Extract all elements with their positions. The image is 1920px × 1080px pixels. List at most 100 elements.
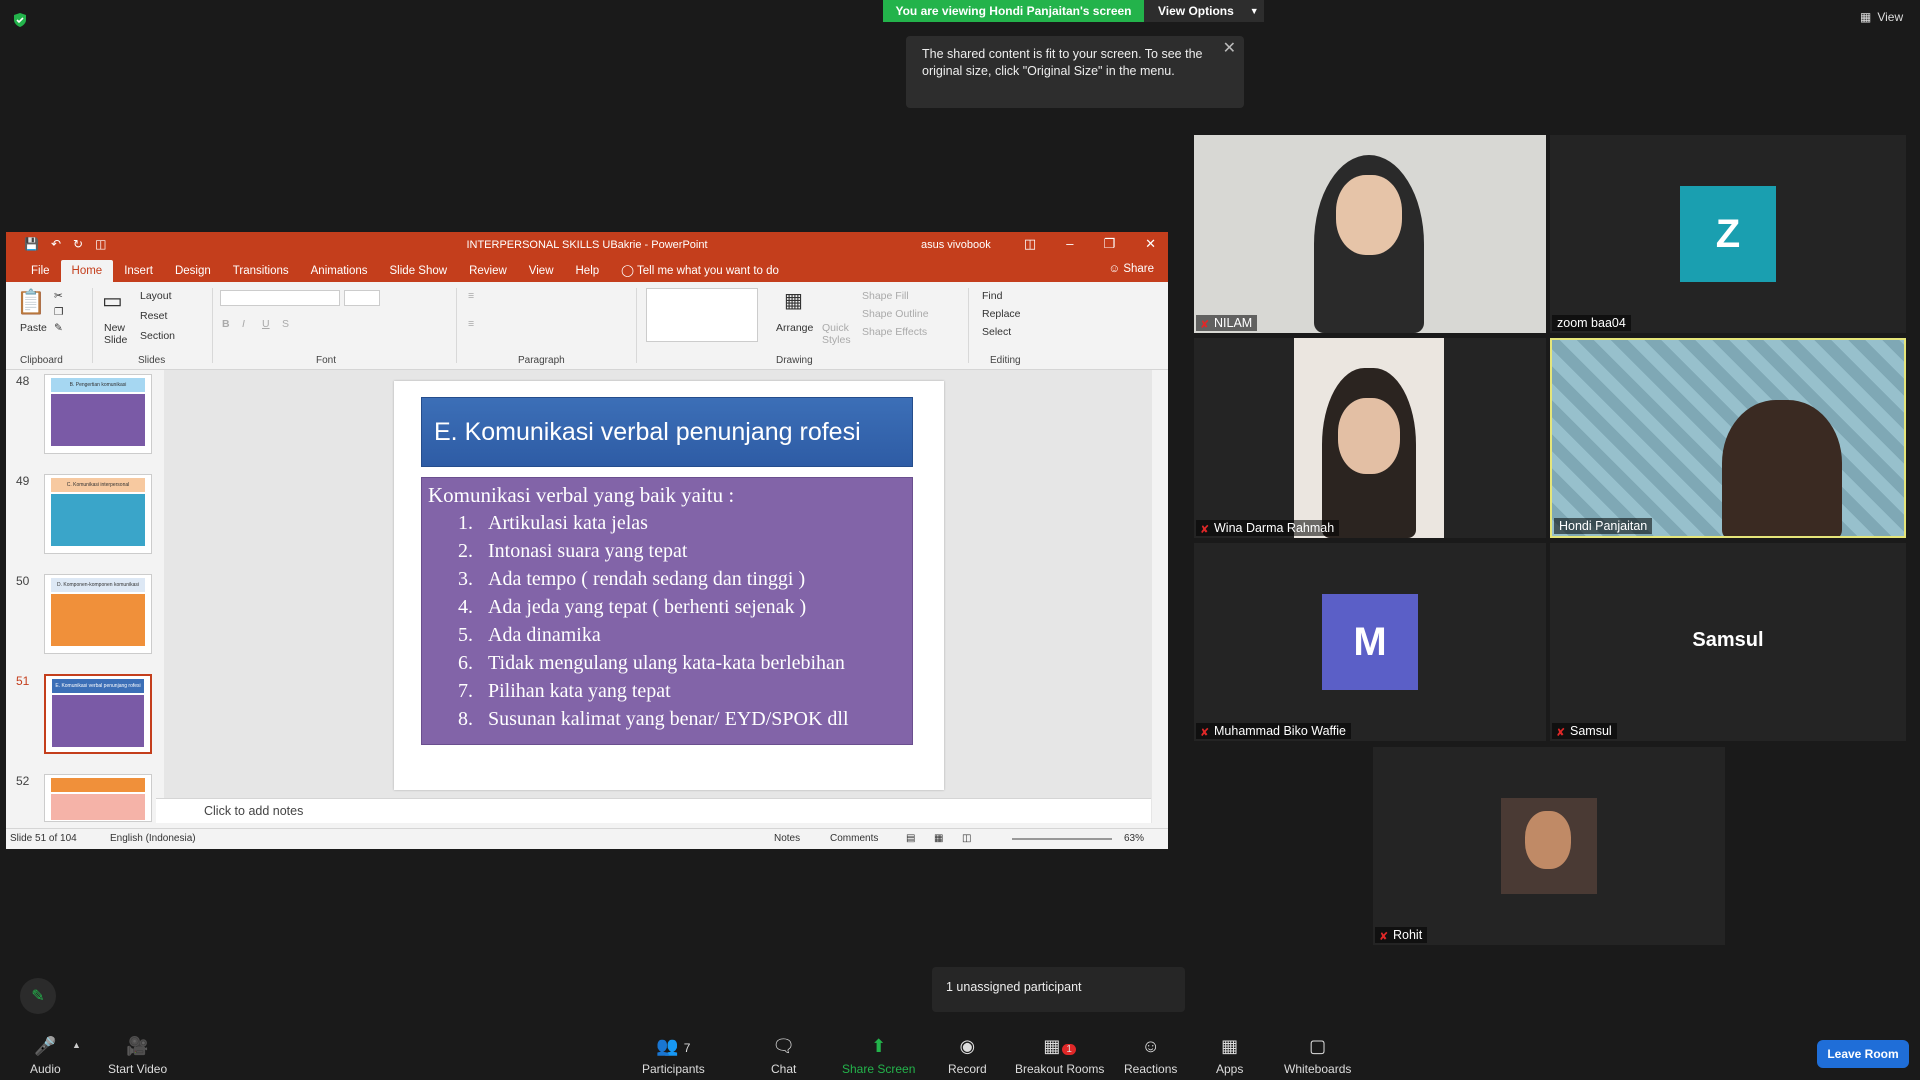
- participant-face: [1338, 398, 1400, 474]
- slide-thumbnail[interactable]: C. Komunikasi interpersonal: [44, 474, 152, 554]
- new-slide-label[interactable]: New Slide: [104, 322, 134, 346]
- close-icon[interactable]: ✕: [1223, 40, 1236, 57]
- current-slide[interactable]: E. Komunikasi verbal penunjang rofesi Ko…: [394, 381, 944, 790]
- video-tile-hondi-active-speaker[interactable]: Hondi Panjaitan: [1550, 338, 1906, 538]
- video-tile-rohit[interactable]: ✘ Rohit: [1373, 747, 1725, 945]
- ppt-user-name[interactable]: asus vivobook: [921, 239, 991, 251]
- sorter-view-icon[interactable]: ▦: [934, 833, 943, 844]
- shapes-gallery[interactable]: [646, 288, 758, 342]
- ribbon-display-icon[interactable]: ◫: [1024, 236, 1036, 252]
- view-options-button[interactable]: View Options ▼: [1144, 0, 1264, 22]
- shape-outline-button[interactable]: Shape Outline: [862, 308, 929, 320]
- bold-icon[interactable]: B: [222, 318, 230, 330]
- unassigned-participant-popup[interactable]: 1 unassigned participant: [932, 967, 1185, 1012]
- tell-me-label: Tell me what you want to do: [637, 265, 779, 277]
- breakout-rooms-button[interactable]: ▦ 1 Breakout Rooms: [1015, 1036, 1104, 1076]
- video-tile-muhammad[interactable]: M ✘ Muhammad Biko Waffie: [1194, 543, 1546, 741]
- slide-thumbnail[interactable]: D. Komponen-komponen komunikasi: [44, 574, 152, 654]
- participants-button[interactable]: 👥 7 Participants: [642, 1036, 705, 1076]
- cut-icon[interactable]: ✂: [54, 290, 63, 302]
- close-window-icon[interactable]: ✕: [1145, 236, 1156, 252]
- underline-icon[interactable]: U: [262, 318, 270, 330]
- align-left-icon[interactable]: ≡: [468, 318, 474, 330]
- apps-button[interactable]: ▦ Apps: [1216, 1036, 1243, 1076]
- notes-pane[interactable]: Click to add notes: [156, 798, 1151, 823]
- replace-button[interactable]: Replace: [982, 308, 1021, 320]
- select-button[interactable]: Select: [982, 326, 1011, 338]
- slide-thumbnail[interactable]: [44, 774, 152, 822]
- slide-thumbnail-pane[interactable]: 48 B. Pengertian komunikasi 49 C. Komuni…: [6, 370, 156, 823]
- normal-view-icon[interactable]: ▤: [906, 833, 915, 844]
- tab-help[interactable]: Help: [565, 260, 611, 282]
- find-button[interactable]: Find: [982, 290, 1002, 302]
- arrange-icon[interactable]: ▦: [784, 288, 803, 313]
- format-painter-icon[interactable]: ✎: [54, 322, 63, 334]
- view-label: View: [1877, 10, 1904, 24]
- font-family-select[interactable]: [220, 290, 340, 306]
- restore-icon[interactable]: ❐: [1103, 236, 1115, 252]
- zoom-level[interactable]: 63%: [1124, 833, 1144, 844]
- zoom-slider[interactable]: [1012, 838, 1112, 840]
- tell-me-box[interactable]: ◯ Tell me what you want to do: [610, 260, 790, 282]
- record-button[interactable]: ◉ Record: [948, 1036, 987, 1076]
- participants-icon: 👥 7: [656, 1036, 691, 1056]
- tab-insert[interactable]: Insert: [113, 260, 164, 282]
- security-shield-icon[interactable]: [12, 12, 28, 28]
- meeting-toolbar: 🎤 Audio ▲ 🎥 Start Video 👥 7 Participants 🗨 C…: [0, 1022, 1920, 1080]
- view-layout-button[interactable]: ▦ View: [1860, 10, 1903, 24]
- tab-view[interactable]: View: [518, 260, 565, 282]
- tab-home[interactable]: Home: [60, 260, 114, 282]
- participant-face: [1722, 400, 1842, 536]
- new-slide-icon[interactable]: ▭: [102, 288, 123, 314]
- audio-button[interactable]: 🎤 Audio: [30, 1036, 61, 1076]
- tab-review[interactable]: Review: [458, 260, 518, 282]
- participant-name-label: ✘ NILAM: [1196, 315, 1258, 331]
- annotate-pencil-icon[interactable]: ✎: [20, 978, 56, 1014]
- bullets-icon[interactable]: ≡: [468, 290, 474, 302]
- breakout-rooms-icon: ▦ 1: [1015, 1036, 1104, 1060]
- thumb-title: [51, 778, 145, 792]
- slide-title[interactable]: E. Komunikasi verbal penunjang rofesi: [421, 397, 913, 467]
- comments-toggle[interactable]: Comments: [830, 833, 878, 844]
- slide-thumbnail-selected[interactable]: E. Komunikasi verbal penunjang rofesi: [44, 674, 152, 754]
- tab-design[interactable]: Design: [164, 260, 222, 282]
- thumb-body: [51, 394, 145, 446]
- shadow-icon[interactable]: S: [282, 318, 289, 330]
- share-screen-button[interactable]: ⬆ Share Screen: [842, 1036, 915, 1076]
- paste-label[interactable]: Paste: [20, 322, 47, 334]
- share-button[interactable]: ☺ Share: [1108, 263, 1154, 275]
- paste-icon[interactable]: 📋: [16, 288, 46, 317]
- language-indicator[interactable]: English (Indonesia): [110, 833, 196, 844]
- tab-file[interactable]: File: [20, 260, 61, 282]
- minimize-icon[interactable]: –: [1066, 236, 1073, 252]
- layout-button[interactable]: Layout: [140, 290, 172, 302]
- section-button[interactable]: Section: [140, 330, 175, 342]
- whiteboards-button[interactable]: ▢ Whiteboards: [1284, 1036, 1351, 1076]
- shape-fill-button[interactable]: Shape Fill: [862, 290, 909, 302]
- reactions-button[interactable]: ☺ Reactions: [1124, 1036, 1177, 1076]
- reading-view-icon[interactable]: ◫: [962, 833, 971, 844]
- chat-button[interactable]: 🗨 Chat: [771, 1036, 796, 1076]
- ribbon-home: 📋 Paste ✂ ❐ ✎ Clipboard ▭ New Slide Layo…: [6, 282, 1168, 370]
- copy-icon[interactable]: ❐: [54, 306, 63, 318]
- quick-styles-label[interactable]: Quick Styles: [822, 322, 854, 346]
- reset-button[interactable]: Reset: [140, 310, 167, 322]
- video-tile-samsul[interactable]: Samsul ✘ Samsul: [1550, 543, 1906, 741]
- audio-options-caret[interactable]: ▲: [72, 1040, 81, 1050]
- tab-slide-show[interactable]: Slide Show: [379, 260, 459, 282]
- font-group-label: Font: [316, 355, 337, 366]
- notes-toggle[interactable]: Notes: [774, 833, 800, 844]
- video-tile-wina[interactable]: ✘ Wina Darma Rahmah: [1194, 338, 1546, 538]
- slide-thumbnail[interactable]: B. Pengertian komunikasi: [44, 374, 152, 454]
- tab-transitions[interactable]: Transitions: [222, 260, 300, 282]
- shape-effects-button[interactable]: Shape Effects: [862, 326, 927, 338]
- italic-icon[interactable]: I: [242, 318, 245, 330]
- video-tile-nilam[interactable]: ✘ NILAM: [1194, 135, 1546, 333]
- slide-content-box[interactable]: Komunikasi verbal yang baik yaitu : 1. Ar…: [421, 477, 913, 745]
- leave-room-button[interactable]: Leave Room: [1817, 1040, 1909, 1068]
- font-size-select[interactable]: [344, 290, 380, 306]
- tab-animations[interactable]: Animations: [300, 260, 379, 282]
- arrange-label[interactable]: Arrange: [776, 322, 813, 334]
- video-tile-zoom-baa04[interactable]: Z zoom baa04: [1550, 135, 1906, 333]
- start-video-button[interactable]: 🎥 Start Video: [108, 1036, 167, 1076]
